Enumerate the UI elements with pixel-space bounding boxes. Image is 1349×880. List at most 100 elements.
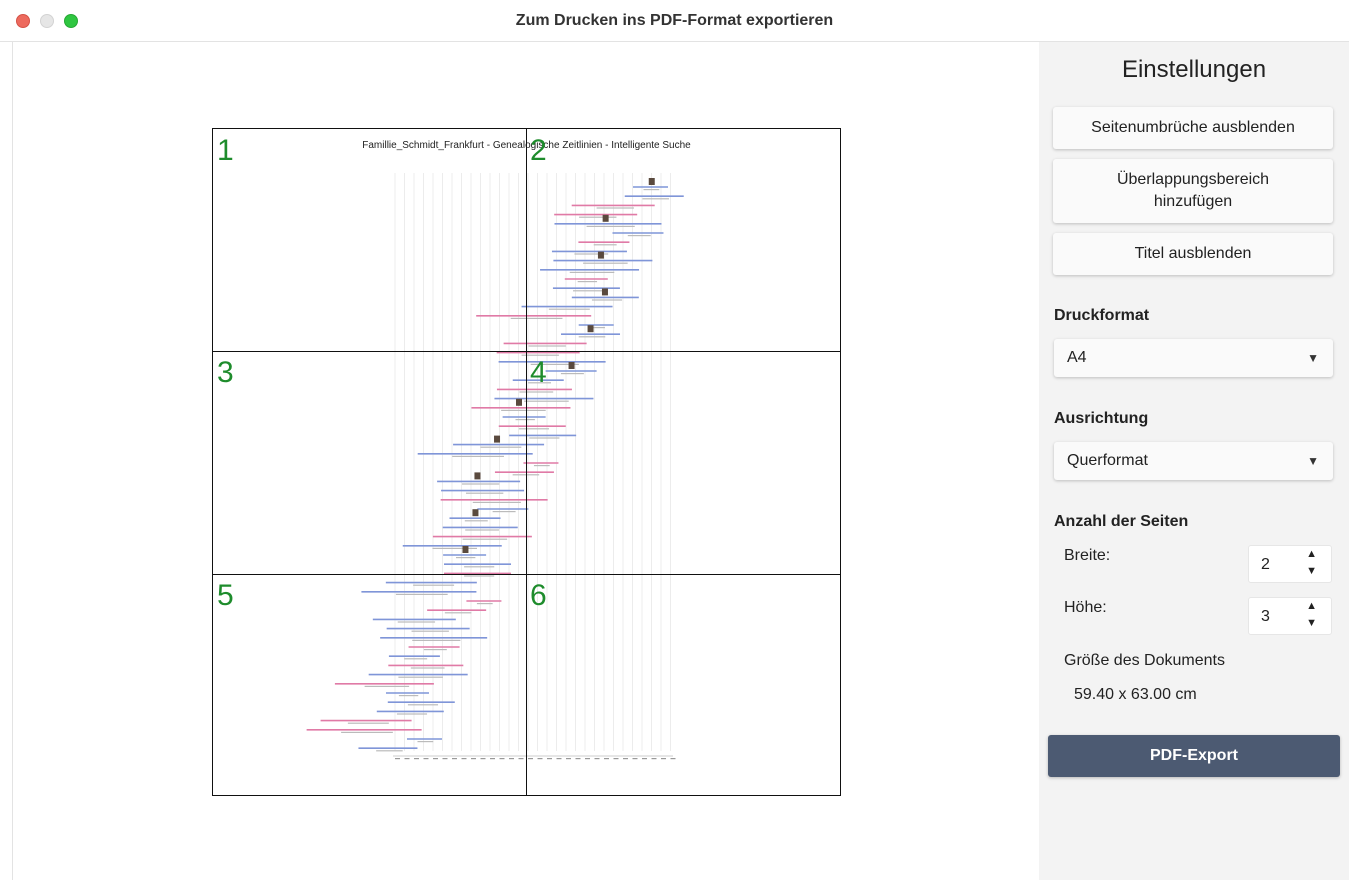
chevron-down-icon: ▼ [1307, 454, 1319, 468]
person-name-label [407, 704, 439, 706]
timeline-axis-tick-label [537, 758, 543, 760]
document-preview-sheet: Famillie_Schmidt_Frankfurt - Genealogisc… [212, 128, 841, 796]
person-photo-thumbnail [462, 546, 469, 553]
person-name-label [591, 299, 623, 301]
pdf-export-button[interactable]: PDF-Export [1048, 735, 1340, 777]
person-name-label [577, 281, 598, 283]
person-name-label [476, 603, 493, 605]
timeline-axis-tick-label [642, 758, 647, 760]
pages-height-stepper[interactable]: 3 ▲ ▼ [1248, 597, 1332, 635]
timeline-axis-tick-label [452, 758, 457, 760]
page-break-horizontal-1 [213, 351, 840, 352]
person-photo-thumbnail [648, 178, 655, 185]
person-photo-thumbnail [602, 214, 609, 222]
decrement-arrow-icon[interactable]: ▼ [1306, 617, 1317, 629]
timeline-axis-tick-label [404, 758, 410, 760]
person-name-label [341, 731, 393, 733]
person-name-label [573, 290, 604, 292]
person-name-label [464, 566, 495, 568]
person-name-label [528, 345, 566, 347]
page-number-1: 1 [217, 134, 234, 167]
person-photo-thumbnail [601, 288, 608, 296]
decrement-arrow-icon[interactable]: ▼ [1306, 565, 1317, 577]
timeline-axis-tick-label [433, 758, 438, 760]
orientation-label: Ausrichtung [1054, 410, 1149, 427]
page-number-5: 5 [217, 579, 234, 612]
person-name-label [417, 741, 434, 743]
person-photo-thumbnail [516, 398, 523, 406]
timeline-axis-tick-label [594, 758, 600, 760]
timeline-axis-tick-label [651, 758, 657, 760]
orientation-select[interactable]: Querformat ▼ [1054, 442, 1333, 480]
print-format-select[interactable]: A4 ▼ [1054, 339, 1333, 377]
timeline-axis-tick-label [661, 758, 666, 760]
person-name-label [529, 437, 560, 439]
chevron-down-icon: ▼ [1307, 351, 1319, 365]
timeline-graphic [306, 173, 684, 760]
person-name-label [456, 557, 476, 559]
person-name-label [586, 225, 635, 227]
timeline-axis-tick-label [509, 758, 514, 760]
page-break-horizontal-2 [213, 574, 840, 575]
person-name-label [569, 271, 615, 273]
person-name-label [432, 547, 477, 549]
timeline-axis-tick-label [604, 758, 609, 760]
timeline-axis-tick-label [585, 758, 590, 760]
timeline-axis-tick-label [480, 758, 486, 760]
timeline-axis-tick-label [461, 758, 467, 760]
print-format-label: Druckformat [1054, 307, 1150, 324]
person-name-label [519, 391, 554, 393]
timeline-axis-tick-label [670, 758, 676, 760]
person-name-label [347, 722, 389, 724]
person-name-label [472, 501, 521, 503]
person-name-label [413, 584, 455, 586]
orientation-value: Querformat [1067, 452, 1148, 469]
hide-title-button[interactable]: Titel ausblenden [1053, 233, 1333, 275]
person-name-label [464, 575, 495, 577]
person-name-label [465, 529, 499, 531]
document-size-label: Größe des Dokuments [1064, 652, 1225, 669]
pages-width-stepper[interactable]: 2 ▲ ▼ [1248, 545, 1332, 583]
settings-heading: Einstellungen [1121, 56, 1267, 83]
print-preview: Famillie_Schmidt_Frankfurt - Genealogisc… [12, 42, 1039, 880]
person-name-label [642, 198, 669, 200]
page-number-6: 6 [530, 579, 547, 612]
person-photo-thumbnail [587, 325, 594, 333]
person-photo-thumbnail [494, 435, 501, 443]
increment-arrow-icon[interactable]: ▲ [1306, 600, 1317, 612]
person-name-label [364, 685, 410, 687]
increment-arrow-icon[interactable]: ▲ [1306, 548, 1317, 560]
timeline-axis-tick-label [414, 758, 419, 760]
person-name-label [643, 189, 660, 191]
person-name-label [501, 409, 546, 411]
timeline-axis-tick-label [395, 758, 400, 760]
pages-height-value: 3 [1261, 608, 1270, 625]
settings-panel: Einstellungen Seitenumbrüche ausblenden … [1039, 42, 1349, 880]
person-name-label [465, 492, 504, 494]
person-name-label [583, 262, 628, 264]
pages-width-value: 2 [1261, 556, 1270, 573]
person-name-label [395, 593, 448, 595]
person-photo-thumbnail [597, 251, 604, 259]
timeline-axis-tick-label [556, 758, 562, 760]
person-name-label [397, 621, 436, 623]
page-number-3: 3 [217, 356, 234, 389]
page-count-label: Anzahl der Seiten [1054, 513, 1189, 530]
add-overlap-button[interactable]: Überlappungsbereich hinzufügen [1053, 159, 1333, 223]
person-name-label [596, 207, 634, 209]
person-name-label [579, 216, 617, 218]
person-name-label [412, 639, 461, 641]
person-name-label [524, 400, 569, 402]
person-name-label [398, 695, 419, 697]
timeline-axis-tick-label [528, 758, 533, 760]
hide-page-breaks-button[interactable]: Seitenumbrüche ausblenden [1053, 107, 1333, 149]
timeline-axis-tick-label [423, 758, 429, 760]
pages-width-label: Breite: [1064, 547, 1111, 564]
person-name-label [560, 373, 584, 375]
person-name-label [404, 658, 428, 660]
person-name-label [518, 428, 550, 430]
window-titlebar: Zum Drucken ins PDF-Format exportieren [0, 0, 1349, 42]
person-name-label [410, 667, 445, 669]
timeline-axis-tick-label [632, 758, 638, 760]
timeline-axis-tick-label [499, 758, 505, 760]
